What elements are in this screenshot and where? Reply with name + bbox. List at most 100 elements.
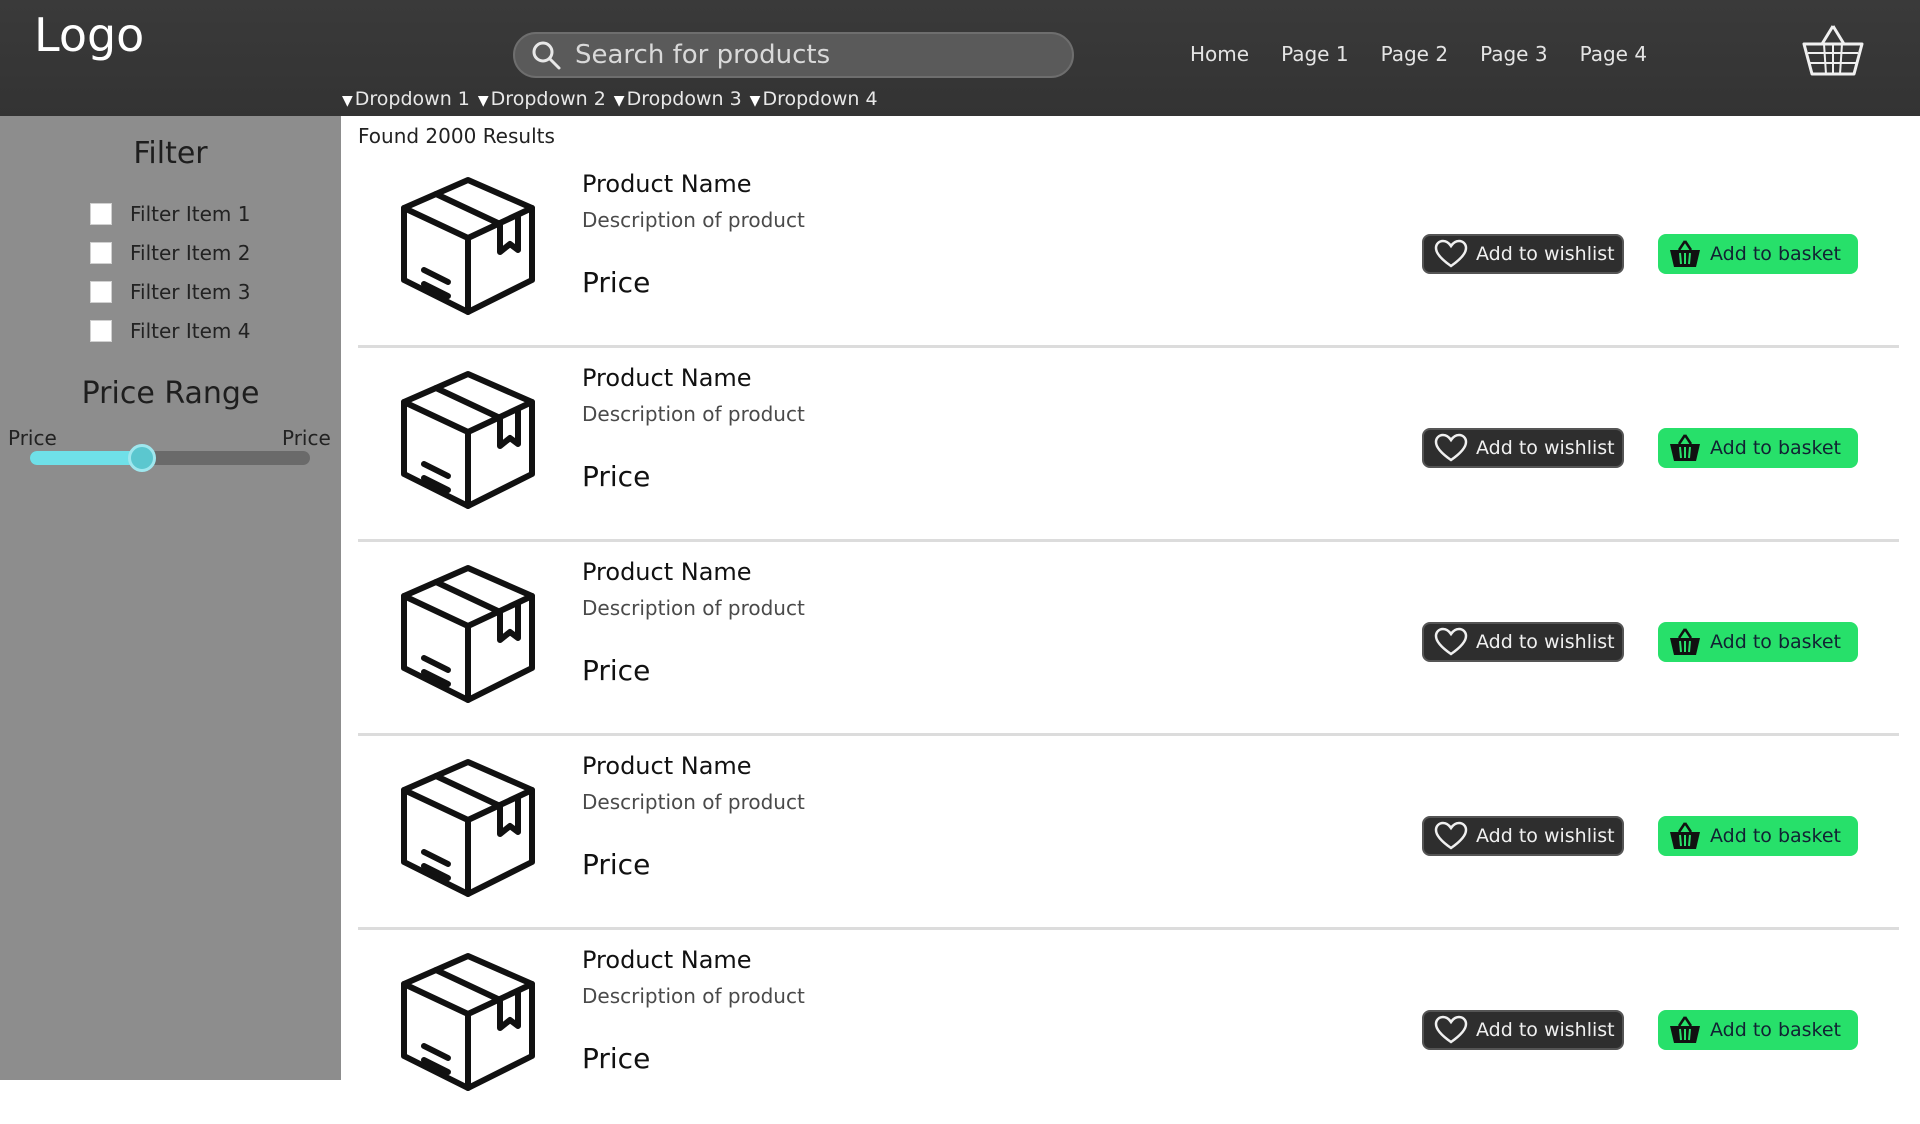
logo[interactable]: Logo xyxy=(34,8,144,62)
add-to-wishlist-button[interactable]: Add to wishlist xyxy=(1422,428,1624,468)
filter-label: Filter Item 1 xyxy=(130,202,251,226)
wishlist-label: Add to wishlist xyxy=(1476,243,1615,265)
wishlist-label: Add to wishlist xyxy=(1476,437,1615,459)
product-name[interactable]: Product Name xyxy=(582,170,752,198)
dropdown-bar: ▼ Dropdown 1 ▼ Dropdown 2 ▼ Dropdown 3 ▼ Dro… xyxy=(342,88,878,110)
chevron-down-icon: ▼ xyxy=(342,93,353,109)
product-name[interactable]: Product Name xyxy=(582,946,752,974)
product-name[interactable]: Product Name xyxy=(582,558,752,586)
search-bar[interactable] xyxy=(513,32,1074,78)
dropdown-3[interactable]: ▼ Dropdown 3 xyxy=(614,88,742,110)
results-count: Found 2000 Results xyxy=(358,124,555,148)
product-description: Description of product xyxy=(582,208,805,232)
filter-checkbox[interactable] xyxy=(90,203,112,225)
product-row: Product Name Description of product Pric… xyxy=(358,542,1899,736)
box-icon[interactable] xyxy=(396,172,540,316)
add-to-basket-button[interactable]: Add to basket xyxy=(1658,234,1858,274)
product-row: Product Name Description of product Pric… xyxy=(358,154,1899,348)
product-price: Price xyxy=(582,266,651,299)
product-price: Price xyxy=(582,848,651,881)
product-price: Price xyxy=(582,460,651,493)
basket-label: Add to basket xyxy=(1710,437,1842,459)
wishlist-label: Add to wishlist xyxy=(1476,631,1615,653)
heart-icon xyxy=(1434,239,1468,268)
product-row: Product Name Description of product Pric… xyxy=(358,930,1899,1124)
filter-item-1[interactable]: Filter Item 1 xyxy=(90,202,251,226)
product-description: Description of product xyxy=(582,790,805,814)
heart-icon xyxy=(1434,433,1468,462)
dropdown-4[interactable]: ▼ Dropdown 4 xyxy=(750,88,878,110)
heart-icon xyxy=(1434,821,1468,850)
price-slider-fill xyxy=(30,451,142,465)
product-row: Product Name Description of product Pric… xyxy=(358,736,1899,930)
basket-label: Add to basket xyxy=(1710,631,1842,653)
add-to-basket-button[interactable]: Add to basket xyxy=(1658,428,1858,468)
chevron-down-icon: ▼ xyxy=(477,93,489,109)
basket-icon xyxy=(1670,1016,1700,1043)
add-to-wishlist-button[interactable]: Add to wishlist xyxy=(1422,816,1624,856)
filter-label: Filter Item 3 xyxy=(130,280,251,304)
nav-page-2[interactable]: Page 2 xyxy=(1381,42,1449,66)
heart-icon xyxy=(1434,1015,1468,1044)
filter-item-2[interactable]: Filter Item 2 xyxy=(90,241,251,265)
add-to-wishlist-button[interactable]: Add to wishlist xyxy=(1422,234,1624,274)
basket-icon xyxy=(1670,240,1700,267)
product-description: Description of product xyxy=(582,402,805,426)
product-price: Price xyxy=(582,1042,651,1075)
product-name[interactable]: Product Name xyxy=(582,364,752,392)
product-description: Description of product xyxy=(582,984,805,1008)
box-icon[interactable] xyxy=(396,948,540,1092)
add-to-basket-button[interactable]: Add to basket xyxy=(1658,622,1858,662)
add-to-basket-button[interactable]: Add to basket xyxy=(1658,816,1858,856)
wishlist-label: Add to wishlist xyxy=(1476,825,1615,847)
add-to-wishlist-button[interactable]: Add to wishlist xyxy=(1422,1010,1624,1050)
add-to-basket-button[interactable]: Add to basket xyxy=(1658,1010,1858,1050)
filter-item-4[interactable]: Filter Item 4 xyxy=(90,319,251,343)
nav-page-4[interactable]: Page 4 xyxy=(1580,42,1648,66)
price-min-label: Price xyxy=(8,426,57,450)
box-icon[interactable] xyxy=(396,366,540,510)
filter-checkbox[interactable] xyxy=(90,242,112,264)
nav-bar: Home Page 1 Page 2 Page 3 Page 4 xyxy=(1190,42,1679,66)
product-description: Description of product xyxy=(582,596,805,620)
search-input[interactable] xyxy=(563,34,1072,76)
price-range-title: Price Range xyxy=(81,376,260,411)
product-results: Found 2000 Results Product Name Descript… xyxy=(341,116,1920,1091)
dropdown-1[interactable]: ▼ Dropdown 1 xyxy=(342,88,470,110)
product-name[interactable]: Product Name xyxy=(582,752,752,780)
chevron-down-icon: ▼ xyxy=(613,93,625,109)
basket-icon xyxy=(1670,628,1700,655)
price-max-label: Price xyxy=(282,426,331,450)
product-row: Product Name Description of product Pric… xyxy=(358,348,1899,542)
wishlist-label: Add to wishlist xyxy=(1476,1019,1615,1041)
basket-label: Add to basket xyxy=(1710,243,1842,265)
price-slider-handle[interactable] xyxy=(128,444,156,472)
nav-page-3[interactable]: Page 3 xyxy=(1480,42,1548,66)
box-icon[interactable] xyxy=(396,754,540,898)
filter-label: Filter Item 2 xyxy=(130,241,251,265)
basket-icon xyxy=(1670,434,1700,461)
heart-icon xyxy=(1434,627,1468,656)
cart-button[interactable] xyxy=(1800,22,1866,78)
filter-list: Filter Item 1 Filter Item 2 Filter Item … xyxy=(90,202,251,358)
filter-title: Filter xyxy=(133,136,208,171)
price-slider[interactable] xyxy=(30,444,310,472)
product-price: Price xyxy=(582,654,651,687)
nav-home[interactable]: Home xyxy=(1190,42,1249,66)
filter-sidebar: Filter Filter Item 1 Filter Item 2 Filte… xyxy=(0,116,341,1080)
dropdown-2[interactable]: ▼ Dropdown 2 xyxy=(478,88,606,110)
filter-item-3[interactable]: Filter Item 3 xyxy=(90,280,251,304)
chevron-down-icon: ▼ xyxy=(749,93,761,109)
header: Logo Home Page 1 Page 2 Page 3 Page 4 ▼D… xyxy=(0,0,1920,116)
box-icon[interactable] xyxy=(396,560,540,704)
basket-icon xyxy=(1802,25,1864,76)
basket-label: Add to basket xyxy=(1710,1019,1842,1041)
nav-page-1[interactable]: Page 1 xyxy=(1281,42,1349,66)
search-icon[interactable] xyxy=(529,38,563,72)
add-to-wishlist-button[interactable]: Add to wishlist xyxy=(1422,622,1624,662)
basket-icon xyxy=(1670,822,1700,849)
filter-label: Filter Item 4 xyxy=(130,319,251,343)
filter-checkbox[interactable] xyxy=(90,320,112,342)
basket-label: Add to basket xyxy=(1710,825,1842,847)
filter-checkbox[interactable] xyxy=(90,281,112,303)
